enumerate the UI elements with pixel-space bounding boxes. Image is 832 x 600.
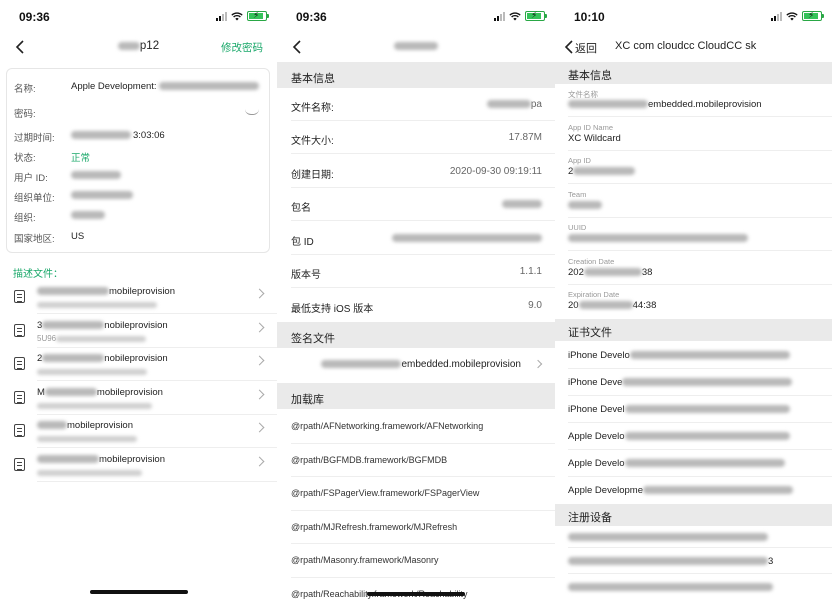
eye-closed-icon[interactable] [245, 109, 259, 115]
field-expiry: 过期时间: 3:03:06 [14, 130, 165, 144]
item-expiration-date: Expiration Date 20 44:38 [568, 290, 657, 311]
provision-detail-screen: 10:10 ⚡ 返回 XC com cloudcc CloudCC sk 基本信… [555, 0, 832, 600]
device-item [568, 526, 832, 548]
section-basic-info: 基本信息 [277, 62, 555, 88]
battery-icon: ⚡ [247, 10, 269, 21]
wifi-icon [231, 11, 243, 20]
section-signing-file: 签名文件 [277, 322, 555, 348]
profile-item[interactable]: 3 nobileprovision 5U96 [0, 314, 277, 348]
ipa-detail-screen: 09:36 ⚡ 基本信息 文件名称: pa 文件大小: 17.87M 创建日期: 20… [277, 0, 555, 600]
row-file-size: 文件大小: 17.87M [277, 121, 555, 154]
chevron-right-icon [254, 322, 265, 333]
section-basic-info: 基本信息 [555, 62, 832, 84]
home-indicator[interactable] [367, 592, 465, 596]
item-team: Team [568, 185, 832, 218]
section-certificates: 证书文件 [555, 319, 832, 341]
certificate-item: iPhone Devel [568, 396, 832, 423]
document-icon [14, 424, 25, 437]
profile-item[interactable]: mobileprovision [0, 448, 277, 482]
row-min-ios: 最低支持 iOS 版本 9.0 [291, 300, 542, 315]
library-item: @rpath/Masonry.framework/Masonry [291, 555, 439, 565]
wifi-icon [509, 11, 521, 20]
signal-icon [494, 11, 505, 21]
battery-icon: ⚡ [525, 10, 547, 21]
item-app-id-name: App ID Name XC Wildcard [568, 118, 832, 151]
item-app-id: App ID 2 [568, 151, 832, 184]
nav-bar [277, 32, 555, 62]
signal-icon [216, 11, 227, 21]
chevron-right-icon [254, 389, 265, 400]
profile-item[interactable]: mobileprovision [0, 280, 277, 314]
chevron-right-icon [254, 422, 265, 433]
certificate-item: Apple Develo [568, 423, 832, 450]
certificate-info-card: 名称: Apple Development: 密码: 过期时间: 3:03:06 状… [6, 68, 270, 253]
item-uuid: UUID [568, 218, 832, 251]
device-item [568, 574, 832, 600]
document-icon [14, 458, 25, 471]
row-bundle-name: 包名 [277, 188, 555, 221]
signal-icon [771, 11, 782, 21]
section-libraries: 加载库 [277, 383, 555, 409]
wifi-icon [786, 11, 798, 20]
status-bar: 09:36 ⚡ [0, 0, 277, 32]
document-icon [14, 357, 25, 370]
section-registered-devices: 注册设备 [555, 504, 832, 526]
row-file-name: 文件名称: pa [277, 88, 555, 121]
status-bar: 10:10 ⚡ [555, 0, 832, 32]
profile-item[interactable]: 2 nobileprovision [0, 347, 277, 381]
field-country: 国家地区: US [14, 231, 85, 245]
field-user-id: 用户 ID: [14, 170, 121, 184]
battery-icon: ⚡ [802, 10, 824, 21]
library-item: @rpath/AFNetworking.framework/AFNetworki… [291, 421, 484, 431]
page-title [277, 40, 555, 52]
profile-item[interactable]: mobileprovision [0, 414, 277, 448]
library-item: @rpath/MJRefresh.framework/MJRefresh [291, 522, 458, 532]
nav-bar: p12 修改密码 [0, 32, 277, 62]
nav-bar: 返回 XC com cloudcc CloudCC sk [555, 32, 832, 62]
field-org: 组织: [14, 210, 105, 224]
certificate-item: iPhone Develo [568, 342, 832, 369]
row-bundle-id: 包 ID [277, 222, 555, 255]
row-created: 创建日期: 2020-09-30 09:19:11 [277, 155, 555, 188]
row-version: 版本号 1.1.1 [277, 255, 555, 288]
field-status: 状态: 正常 [14, 153, 91, 164]
profiles-section-label: 描述文件： [13, 269, 63, 280]
chevron-right-icon [533, 359, 543, 369]
library-item: @rpath/FSPagerView.framework/FSPagerView [291, 488, 480, 498]
page-title: XC com cloudcc CloudCC sk [615, 40, 757, 52]
document-icon [14, 391, 25, 404]
item-file-name: 文件名称 embedded.mobileprovision [568, 84, 832, 117]
row-signing-file[interactable]: embedded.mobileprovision [277, 348, 555, 383]
field-password: 密码: [14, 109, 36, 120]
item-creation-date: Creation Date 202 38 [568, 252, 832, 285]
home-indicator[interactable] [89, 590, 188, 594]
field-org-unit: 组织单位: [14, 190, 133, 204]
chevron-right-icon [254, 355, 265, 366]
chevron-right-icon [254, 456, 265, 467]
certificate-detail-screen: 09:36 ⚡ p12 修改密码 名称: Apple Development: 密… [0, 0, 277, 600]
library-item: @rpath/BGFMDB.framework/BGFMDB [291, 455, 448, 465]
status-bar: 09:36 ⚡ [277, 0, 555, 32]
document-icon [14, 324, 25, 337]
device-item: 3 [568, 548, 832, 574]
certificate-item: iPhone Deve [568, 369, 832, 396]
status-time: 10:10 [574, 10, 605, 24]
chevron-right-icon [254, 288, 265, 299]
certificate-item: Apple Develo [568, 450, 832, 477]
document-icon [14, 290, 25, 303]
profile-item[interactable]: Mmobileprovision [0, 381, 277, 415]
field-name: 名称: Apple Development: [14, 81, 260, 95]
back-button[interactable]: 返回 [575, 40, 597, 56]
change-password-button[interactable]: 修改密码 [221, 40, 263, 55]
status-time: 09:36 [19, 10, 50, 24]
status-time: 09:36 [296, 10, 327, 24]
certificate-item: Apple Developme [568, 477, 832, 504]
